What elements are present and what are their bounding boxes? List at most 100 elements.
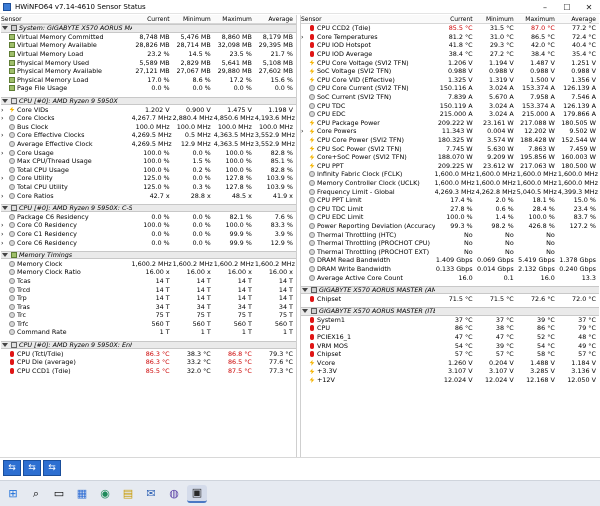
sensor-row[interactable]: Bus Clock 100.0 MHz 100.0 MHz 100.0 MHz 100.… bbox=[1, 123, 296, 132]
sensor-row[interactable]: Physical Memory Load 17.0 % 8.6 % 17.2 % 15.… bbox=[1, 76, 296, 85]
sensor-row[interactable]: Tcas 14 T 14 T 14 T 14 T bbox=[1, 277, 296, 286]
sensor-row[interactable]: Average Effective Clock 4,269.5 MHz 12.9 M… bbox=[1, 140, 296, 149]
collapse-arrow-icon[interactable] bbox=[302, 309, 308, 314]
sensor-row[interactable]: CPU 86 °C 38 °C 86 °C 79 °C bbox=[301, 324, 599, 333]
sensor-group-header[interactable]: CPU [#0]: AMD Ryzen 9 5950X: Enhanced bbox=[1, 340, 296, 350]
sensor-group-header[interactable]: GIGABYTE X570 AORUS MASTER (ITE... bbox=[301, 307, 599, 316]
nav-next-button[interactable]: ⇆ bbox=[23, 460, 41, 476]
collapse-arrow-icon[interactable] bbox=[302, 288, 308, 293]
sensor-row[interactable]: Frequency Limit - Global 4,269.3 MHz 4,262… bbox=[301, 187, 599, 196]
sensor-row[interactable]: DRAM Write Bandwidth 0.133 Gbps 0.014 Gbps… bbox=[301, 265, 599, 274]
sensor-row[interactable]: Trc 75 T 75 T 75 T 75 T bbox=[1, 311, 296, 320]
nav-prev-button[interactable]: ⇆ bbox=[3, 460, 21, 476]
sensor-row[interactable]: SoC Current (SVI2 TFN) 7.839 A 5.670 A 7.95… bbox=[301, 93, 599, 102]
widgets-icon[interactable]: ▦ bbox=[72, 485, 92, 503]
sensor-row[interactable]: Max CPU/Thread Usage 100.0 % 1.5 % 100.0 % 8… bbox=[1, 157, 296, 166]
sensor-row[interactable]: CPU SoC Power (SVI2 TFN) 7.745 W 5.630 W 7.… bbox=[301, 144, 599, 153]
sensor-row[interactable]: Power Reporting Deviation (Accuracy) 99.3… bbox=[301, 222, 599, 231]
sensor-row[interactable]: › Core Utility 125.0 % 0.0 % 127.8 % 103.9 % bbox=[1, 174, 296, 183]
expand-chevron-icon[interactable]: › bbox=[1, 239, 8, 247]
expand-chevron-icon[interactable]: › bbox=[1, 221, 8, 229]
col-minimum[interactable]: Minimum bbox=[476, 16, 517, 23]
collapse-arrow-icon[interactable] bbox=[2, 26, 8, 31]
col-maximum[interactable]: Maximum bbox=[517, 16, 558, 23]
sensor-row[interactable]: CPU EDC Limit 100.0 % 1.4 % 100.0 % 83.7 % bbox=[301, 213, 599, 222]
sensor-row[interactable]: Infinity Fabric Clock (FCLK) 1,600.0 MHz 1… bbox=[301, 170, 599, 179]
sensor-row[interactable]: CPU Core VID (Effective) 1.325 V 1.319 V 1.… bbox=[301, 76, 599, 85]
collapse-arrow-icon[interactable] bbox=[2, 206, 8, 211]
col-sensor[interactable]: Sensor bbox=[301, 16, 435, 23]
col-current[interactable]: Current bbox=[435, 16, 476, 23]
sensor-row[interactable]: CPU Core Power (SVI2 TFN) 180.325 W 3.574 … bbox=[301, 136, 599, 145]
sensor-group-header[interactable]: CPU [#0]: AMD Ryzen 9 5950X: C-State... bbox=[1, 203, 296, 213]
sensor-row[interactable]: › Core C0 Residency 100.0 % 0.0 % 100.0 % 83.… bbox=[1, 221, 296, 230]
col-average[interactable]: Average bbox=[255, 16, 296, 23]
sensor-row[interactable]: CPU TDC 150.119 A 3.024 A 153.374 A 126.139 … bbox=[301, 101, 599, 110]
sensor-row[interactable]: CPU Die (average) 86.3 °C 33.2 °C 86.5 °C 77… bbox=[1, 358, 296, 367]
sensor-row[interactable]: Virtual Memory Load 23.2 % 14.5 % 23.5 % 21.… bbox=[1, 50, 296, 59]
sensor-row[interactable]: DRAM Read Bandwidth 1.409 Gbps 0.069 Gbps 5… bbox=[301, 256, 599, 265]
start-button-icon[interactable]: ⊞ bbox=[3, 485, 23, 503]
sensor-row[interactable]: Total CPU Usage 100.0 % 0.2 % 100.0 % 82.8 % bbox=[1, 166, 296, 175]
sensor-row[interactable]: Chipset 57 °C 57 °C 58 °C 57 °C bbox=[301, 350, 599, 359]
sensor-row[interactable]: +3.3V 3.107 V 3.107 V 3.285 V 3.136 V bbox=[301, 367, 599, 376]
collapse-arrow-icon[interactable] bbox=[2, 343, 8, 348]
sensor-group-header[interactable]: System: GIGABYTE X570 AORUS MASTER bbox=[1, 24, 296, 33]
task-view-icon[interactable]: ▭ bbox=[49, 485, 69, 503]
sensor-row[interactable]: Memory Clock 1,600.2 MHz 1,600.2 MHz 1,600.… bbox=[1, 259, 296, 268]
sensor-row[interactable]: CPU PPT Limit 17.4 % 2.0 % 18.1 % 15.0 % bbox=[301, 196, 599, 205]
sensor-row[interactable]: Total CPU Utility 125.0 % 0.3 % 127.8 % 103.… bbox=[1, 183, 296, 192]
sensor-row[interactable]: CPU IOD Average 38.4 °C 27.2 °C 38.4 °C 35.4… bbox=[301, 50, 599, 59]
maximize-button[interactable]: ☐ bbox=[556, 0, 578, 14]
expand-chevron-icon[interactable]: › bbox=[1, 149, 8, 157]
sensor-row[interactable]: PCIEX16_1 47 °C 47 °C 52 °C 48 °C bbox=[301, 333, 599, 342]
app-icon-generic[interactable]: ◍ bbox=[164, 485, 184, 503]
sensor-row[interactable]: Memory Controller Clock (UCLK) 1,600.0 MH… bbox=[301, 179, 599, 188]
sensor-row[interactable]: › Core C6 Residency 0.0 % 0.0 % 99.9 % 12.9 % bbox=[1, 238, 296, 247]
sensor-row[interactable]: Physical Memory Used 5,589 MB 2,829 MB 5,64… bbox=[1, 58, 296, 67]
sensor-row[interactable]: Vcore 1.260 V 0.204 V 1.488 V 1.184 V bbox=[301, 359, 599, 368]
sensor-pane-left[interactable]: Sensor Current Minimum Maximum Average S… bbox=[1, 15, 297, 457]
sensor-row[interactable]: Virtual Memory Committed 8,748 MB 5,476 MB… bbox=[1, 33, 296, 42]
sensor-row[interactable]: CPU Core Current (SVI2 TFN) 150.116 A 3.02… bbox=[301, 84, 599, 93]
expand-chevron-icon[interactable]: › bbox=[301, 33, 308, 41]
sensor-row[interactable]: Virtual Memory Available 28,826 MB 28,714 … bbox=[1, 41, 296, 50]
sensor-row[interactable]: › Core Temperatures 81.2 °C 31.0 °C 86.5 °C 7… bbox=[301, 33, 599, 42]
sensor-pane-right[interactable]: Sensor Current Minimum Maximum Average C… bbox=[300, 15, 599, 457]
close-button[interactable]: ✕ bbox=[578, 0, 600, 14]
sensor-group-header[interactable]: Memory Timings bbox=[1, 250, 296, 260]
edge-icon[interactable]: ◉ bbox=[95, 485, 115, 503]
sensor-row[interactable]: SoC Voltage (SVI2 TFN) 0.988 V 0.988 V 0.98… bbox=[301, 67, 599, 76]
sensor-group-header[interactable]: CPU [#0]: AMD Ryzen 9 5950X bbox=[1, 96, 296, 106]
sensor-row[interactable]: Page File Usage 0.0 % 0.0 % 0.0 % 0.0 % bbox=[1, 84, 296, 93]
search-icon[interactable]: ⌕ bbox=[26, 485, 46, 503]
sensor-group-header[interactable]: GIGABYTE X570 AORUS MASTER (AM... bbox=[301, 285, 599, 295]
sensor-row[interactable]: Thermal Throttling (PROCHOT CPU) No No No bbox=[301, 239, 599, 248]
col-sensor[interactable]: Sensor bbox=[1, 16, 132, 23]
file-explorer-icon[interactable]: ▤ bbox=[118, 485, 138, 503]
sensor-row[interactable]: CPU CCD1 (Tdie) 85.5 °C 32.0 °C 87.5 °C 77.3… bbox=[1, 367, 296, 376]
sensor-row[interactable]: Chipset 71.5 °C 71.5 °C 72.6 °C 72.0 °C bbox=[301, 294, 599, 303]
expand-chevron-icon[interactable]: › bbox=[1, 230, 8, 238]
sensor-row[interactable]: › Core Ratios 42.7 x 28.8 x 48.5 x 41.9 x bbox=[1, 191, 296, 200]
col-average[interactable]: Average bbox=[558, 16, 599, 23]
expand-chevron-icon[interactable]: › bbox=[1, 106, 8, 114]
sensor-row[interactable]: CPU CCD2 (Tdie) 85.5 °C 31.5 °C 87.0 °C 77.2… bbox=[301, 24, 599, 33]
expand-chevron-icon[interactable]: › bbox=[1, 192, 8, 200]
sensor-row[interactable]: CPU Core Voltage (SVI2 TFN) 1.206 V 1.194 … bbox=[301, 58, 599, 67]
expand-chevron-icon[interactable]: › bbox=[1, 114, 8, 122]
sensor-row[interactable]: Average Active Core Count 16.0 0.1 16.0 13.3 bbox=[301, 273, 599, 282]
sensor-row[interactable]: Trfc 560 T 560 T 560 T 560 T bbox=[1, 320, 296, 329]
sensor-row[interactable]: VRM MOS 54 °C 39 °C 54 °C 49 °C bbox=[301, 341, 599, 350]
collapse-arrow-icon[interactable] bbox=[2, 99, 8, 104]
expand-chevron-icon[interactable]: › bbox=[301, 127, 308, 135]
sensor-row[interactable]: Package C6 Residency 0.0 % 0.0 % 82.1 % 7.6 … bbox=[1, 212, 296, 221]
nav-reset-button[interactable]: ⇆ bbox=[43, 460, 61, 476]
mail-icon[interactable]: ✉ bbox=[141, 485, 161, 503]
sensor-row[interactable]: Tras 34 T 34 T 34 T 34 T bbox=[1, 302, 296, 311]
sensor-row[interactable]: CPU EDC 215.000 A 3.024 A 215.000 A 179.866 … bbox=[301, 110, 599, 119]
sensor-row[interactable]: Trcd 14 T 14 T 14 T 14 T bbox=[1, 285, 296, 294]
sensor-row[interactable]: › Core Clocks 4,267.7 MHz 2,880.4 MHz 4,850.… bbox=[1, 114, 296, 123]
sensor-row[interactable]: › Core VIDs 1.202 V 0.900 V 1.475 V 1.198 V bbox=[1, 105, 296, 114]
sensor-row[interactable]: Core+SoC Power (SVI2 TFN) 188.070 W 9.209 … bbox=[301, 153, 599, 162]
